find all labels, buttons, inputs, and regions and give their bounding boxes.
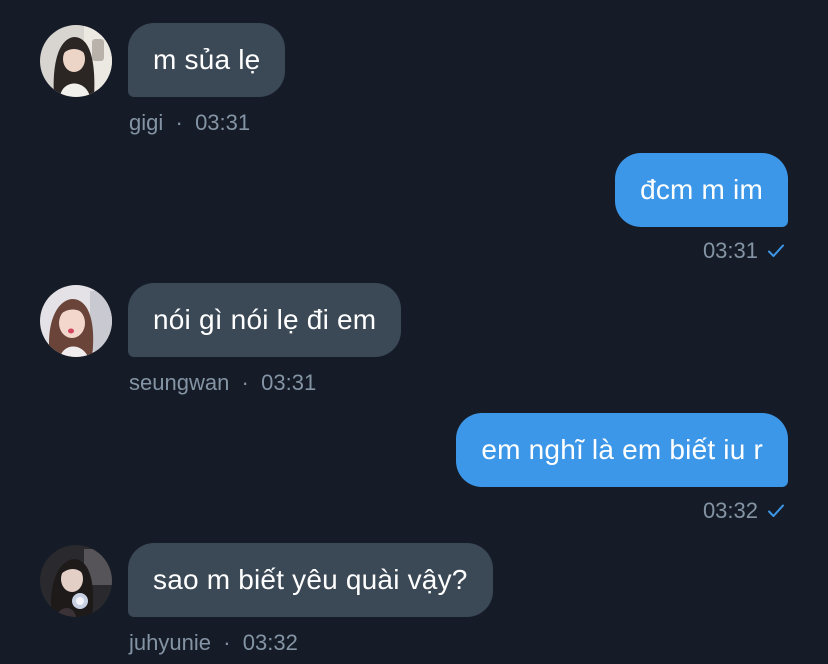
- message-meta: seungwan · 03:31: [129, 370, 316, 396]
- message-bubble-incoming[interactable]: m sủa lẹ: [128, 23, 286, 97]
- message-bubble-outgoing[interactable]: đcm m im: [615, 153, 788, 227]
- sender-name[interactable]: gigi: [129, 110, 163, 135]
- message-bubble-incoming[interactable]: nói gì nói lẹ đi em: [128, 283, 402, 357]
- message-time: 03:32: [702, 498, 758, 523]
- meta-separator: ·: [235, 370, 255, 395]
- message-time: 03:31: [261, 370, 317, 395]
- message-text: đcm m im: [640, 174, 763, 205]
- message-bubble-incoming[interactable]: sao m biết yêu quài vậy?: [128, 543, 493, 617]
- user-avatar-icon: [40, 25, 112, 97]
- message-meta: 03:31: [703, 238, 785, 264]
- meta-separator: ·: [169, 110, 189, 135]
- seungwan-avatar[interactable]: [40, 285, 112, 357]
- sender-name[interactable]: seungwan: [129, 370, 229, 395]
- chat-thread: m sủa lẹ gigi · 03:31 đcm m im 03:31 nói…: [0, 0, 828, 664]
- sender-name[interactable]: juhyunie: [129, 630, 211, 655]
- meta-separator: ·: [217, 630, 237, 655]
- message-meta: 03:32: [703, 498, 785, 524]
- message-time: 03:32: [242, 630, 298, 655]
- message-meta: gigi · 03:31: [129, 110, 250, 136]
- message-time: 03:31: [702, 238, 758, 263]
- juhyunie-avatar[interactable]: [40, 545, 112, 617]
- message-text: m sủa lẹ: [153, 44, 261, 75]
- message-text: em nghĩ là em biết iu r: [481, 434, 763, 465]
- message-text: nói gì nói lẹ đi em: [153, 304, 377, 335]
- user-avatar-icon: [40, 545, 112, 617]
- message-time: 03:31: [195, 110, 251, 135]
- read-check-icon: [768, 244, 784, 257]
- gigi-avatar[interactable]: [40, 25, 112, 97]
- user-avatar-icon: [40, 285, 112, 357]
- message-text: sao m biết yêu quài vậy?: [153, 564, 468, 595]
- message-bubble-outgoing[interactable]: em nghĩ là em biết iu r: [456, 413, 788, 487]
- message-meta: juhyunie · 03:32: [129, 630, 298, 656]
- read-check-icon: [768, 504, 784, 517]
